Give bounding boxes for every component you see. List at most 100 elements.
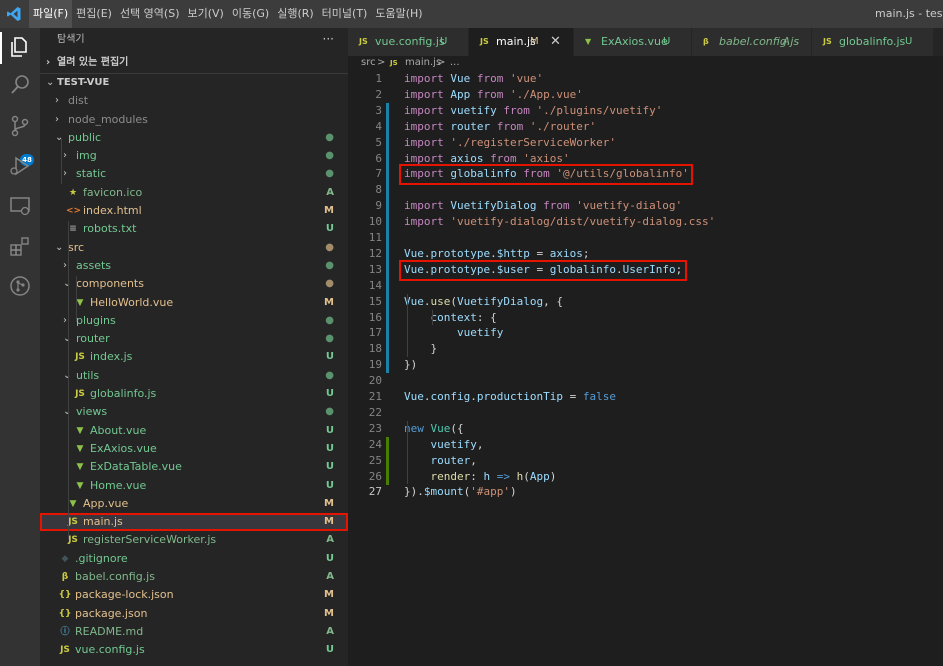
tree-file[interactable]: JS main.js M xyxy=(40,513,348,532)
more-actions-button[interactable]: ··· xyxy=(323,28,334,52)
line-number: 24 xyxy=(368,437,382,451)
gutter-modified-marker xyxy=(386,102,389,119)
code-token: import xyxy=(404,199,444,213)
open-editors-section[interactable]: › 열려 있는 편집기 xyxy=(40,54,348,71)
tree-folder[interactable]: ⌄router● xyxy=(40,330,348,348)
tree-folder[interactable]: ⌄ public ● xyxy=(40,129,348,147)
code-token: router xyxy=(450,119,491,133)
tab-label: globalinfo.js xyxy=(839,35,906,48)
source-control-icon[interactable] xyxy=(8,114,32,138)
code-token: false xyxy=(582,390,616,403)
tree-folder[interactable]: ⌄components● xyxy=(40,275,348,293)
editor-tab[interactable]: JS globalinfo.js U xyxy=(812,28,934,56)
tree-file[interactable]: ≡ robots.txt U xyxy=(40,220,348,238)
code-token: from xyxy=(490,151,517,165)
tree-folder[interactable]: › dist xyxy=(40,92,348,110)
menu-bar: 파일(F) 편집(E) 선택 영역(S) 보기(V) 이동(G) 실행(R) 터미널(T) 도… xyxy=(29,0,427,28)
tree-file[interactable]: ▼ Home.vue U xyxy=(40,477,348,495)
line-number: 22 xyxy=(368,405,382,419)
code-line: 20 xyxy=(348,373,943,389)
menu-item[interactable]: 보기(V) xyxy=(183,0,227,28)
tree-file[interactable]: ★ favicon.ico A xyxy=(40,184,348,202)
extensions-icon[interactable] xyxy=(8,234,32,258)
vscode-logo-icon xyxy=(7,7,21,21)
indent-guide xyxy=(61,139,62,184)
explorer-icon[interactable] xyxy=(8,35,32,59)
tree-folder[interactable]: › static ● xyxy=(40,165,348,183)
tree-file[interactable]: ▼ HelloWorld.vue M xyxy=(40,294,348,312)
tree-file[interactable]: JS globalinfo.js U xyxy=(40,385,348,403)
project-label: TEST-VUE xyxy=(57,77,110,88)
tree-folder[interactable]: › plugins ● xyxy=(40,312,348,330)
tree-file[interactable]: <> index.html M xyxy=(40,202,348,220)
code-text: Vue.prototype.$user = globalinfo.UserInf… xyxy=(404,262,682,278)
code-editor[interactable]: 1 import Vue from 'vue' 2 import App from '… xyxy=(348,70,943,666)
tree-file[interactable]: {} package.json M xyxy=(40,605,348,623)
tree-folder[interactable]: › img ● xyxy=(40,147,348,165)
code-token: 'vue' xyxy=(510,72,544,85)
menu-item[interactable]: 선택 영역(S) xyxy=(116,0,184,28)
chevron-right-icon: › xyxy=(55,95,59,107)
tree-folder[interactable]: ⌄views● xyxy=(40,403,348,421)
remote-explorer-icon[interactable] xyxy=(8,194,32,218)
close-icon[interactable]: ✕ xyxy=(550,28,561,56)
code-token: $user xyxy=(496,262,530,276)
git-graph-icon[interactable] xyxy=(8,274,32,298)
tree-item-label: img xyxy=(76,149,97,163)
code-token: . xyxy=(615,262,623,276)
tree-file[interactable]: JS vue.config.js U xyxy=(40,641,348,659)
code-token: import xyxy=(404,103,444,117)
code-line: 19}) xyxy=(348,357,943,373)
code-line: 21 Vue.config.productionTip = false xyxy=(348,389,943,405)
git-status-badge: M xyxy=(324,516,334,528)
tree-folder[interactable]: › node_modules xyxy=(40,111,348,129)
tree-folder[interactable]: ⌄utils● xyxy=(40,367,348,385)
menu-item[interactable]: 파일(F) xyxy=(29,0,73,28)
editor-tab[interactable]: JS vue.config.js U xyxy=(348,28,469,56)
project-section[interactable]: ⌄ TEST-VUE xyxy=(40,74,348,92)
tree-file[interactable]: JS registerServiceWorker.js A xyxy=(40,531,348,549)
babel-file-icon: β xyxy=(61,572,69,583)
code-token: prototype xyxy=(430,246,491,260)
tree-file[interactable]: β babel.config.js A xyxy=(40,568,348,586)
editor-tab[interactable]: β babel.config.js A xyxy=(692,28,812,56)
code-token: vuetify xyxy=(456,326,504,340)
search-icon[interactable] xyxy=(8,73,32,97)
indent-guide xyxy=(407,293,408,358)
code-token: = xyxy=(562,390,583,403)
breadcrumb-symbol[interactable]: ... xyxy=(450,56,460,70)
menu-item[interactable]: 도움말(H) xyxy=(371,0,426,28)
line-number: 19 xyxy=(368,358,382,372)
code-token: : xyxy=(470,469,484,483)
tree-file[interactable]: ⓘ README.md A xyxy=(40,623,348,641)
tree-folder[interactable]: › assets ● xyxy=(40,257,348,275)
chevron-right-icon: › xyxy=(46,57,51,68)
menu-item[interactable]: 터미널(T) xyxy=(318,0,372,28)
chevron-right-icon: › xyxy=(63,168,67,180)
tree-file[interactable]: ▼ App.vue M xyxy=(40,495,348,513)
menu-item[interactable]: 실행(R) xyxy=(273,0,317,28)
tree-folder[interactable]: ⌄ src ● xyxy=(40,239,348,257)
breadcrumb-file[interactable]: main.js xyxy=(405,56,441,70)
line-number: 20 xyxy=(368,374,382,388)
menu-item[interactable]: 편집(E) xyxy=(72,0,116,28)
code-token: globalinfo xyxy=(450,167,517,181)
menu-item[interactable]: 이동(G) xyxy=(228,0,273,28)
code-token: . xyxy=(490,246,497,260)
git-status-badge: U xyxy=(325,479,334,491)
gutter-added-marker xyxy=(386,452,389,469)
git-status-badge: ● xyxy=(325,369,334,381)
js-file-icon: JS xyxy=(390,59,398,67)
tree-file[interactable]: ▼ About.vue U xyxy=(40,422,348,440)
code-token: './plugins/vuetify' xyxy=(536,103,663,117)
editor-tab[interactable]: ▼ ExAxios.vue U xyxy=(574,28,692,56)
tree-file[interactable]: ▼ ExDataTable.vue U xyxy=(40,458,348,476)
tree-file[interactable]: {} package-lock.json M xyxy=(40,586,348,604)
tree-file[interactable]: ◆ .gitignore U xyxy=(40,550,348,568)
tree-file[interactable]: JS index.js U xyxy=(40,348,348,366)
run-debug-icon[interactable] xyxy=(8,154,32,178)
code-token: './router' xyxy=(529,119,597,133)
editor-tab[interactable]: JS main.js M ✕ xyxy=(469,28,574,56)
tree-file[interactable]: ▼ ExAxios.vue U xyxy=(40,440,348,458)
breadcrumb-folder[interactable]: src xyxy=(361,56,376,70)
